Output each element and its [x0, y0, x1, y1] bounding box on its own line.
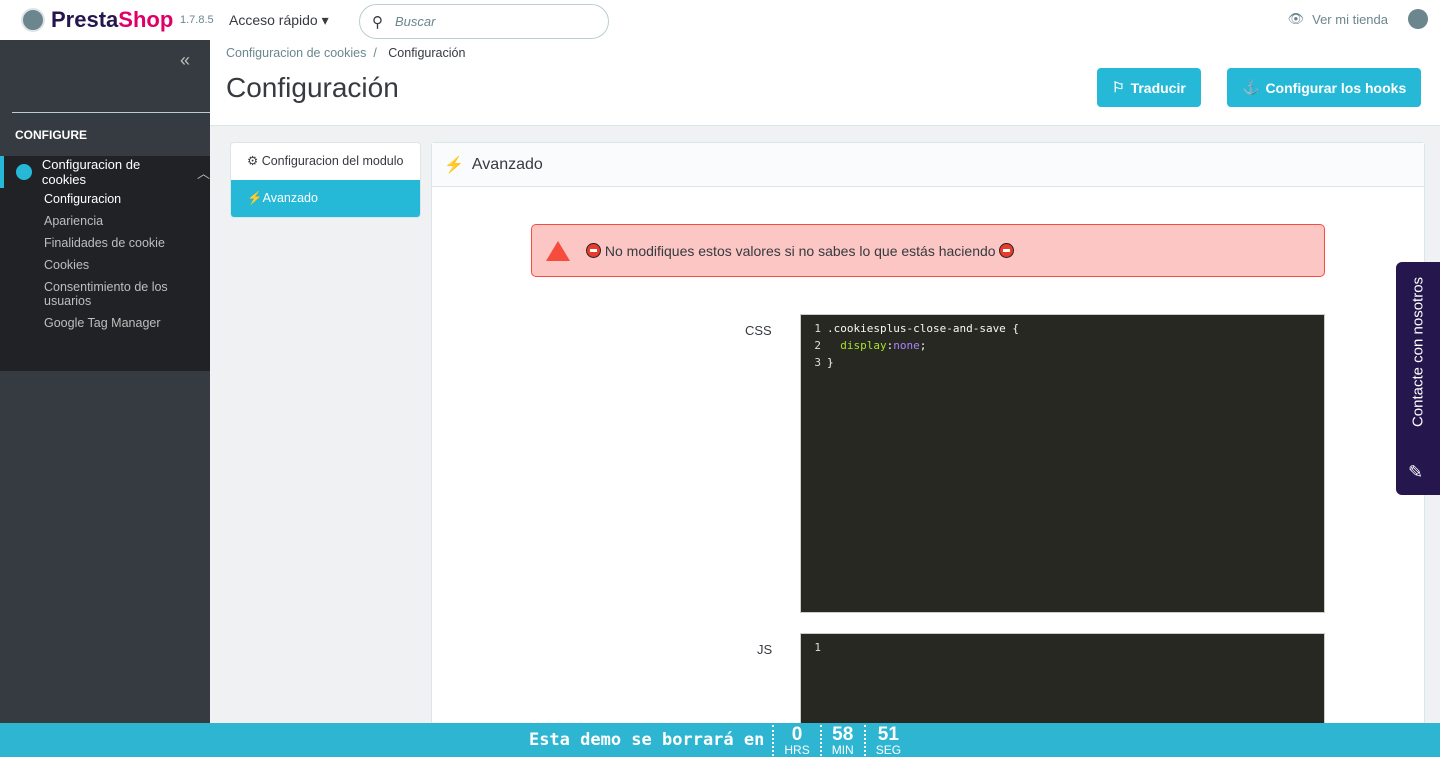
quick-access-dropdown[interactable]: Acceso rápido ▾	[229, 12, 329, 29]
avatar[interactable]	[1408, 9, 1428, 29]
sidebar-subitem[interactable]: Consentimiento de los usuarios	[44, 276, 210, 312]
panel-title: Avanzado	[471, 155, 543, 173]
css-editor[interactable]: 1 .cookiesplus-close-and-save { 2 display…	[800, 314, 1325, 613]
search-icon: ⚲	[372, 13, 383, 31]
css-label: CSS	[745, 323, 772, 338]
demo-countdown-bar: Esta demo se borrará en 0 HRS 58 MIN 51 SEG	[0, 723, 1440, 757]
logo-icon	[21, 8, 45, 32]
view-store-link[interactable]: 👁 Ver mi tienda	[1288, 11, 1388, 27]
cookie-icon	[16, 164, 32, 180]
gears-icon: ⚙	[247, 154, 259, 168]
configure-hooks-button[interactable]: ⚓ Configurar los hooks	[1227, 68, 1422, 107]
sidebar-item-cookies[interactable]: Configuracion de cookies ︿	[0, 156, 210, 188]
sidebar-section: CONFIGURE	[15, 128, 87, 142]
magic-wand-icon: ⚡	[444, 156, 464, 174]
magic-wand-icon: ⚡	[247, 191, 263, 205]
tab-advanced[interactable]: ⚡Avanzado	[231, 180, 420, 217]
advanced-panel: ⚡ Avanzado No modifiques estos valores si…	[431, 142, 1425, 743]
top-bar: PrestaShop 1.7.8.5 Acceso rápido ▾ ⚲ Busc…	[0, 0, 1440, 40]
page-title: Configuración	[226, 72, 399, 103]
flag-icon: ⚐	[1112, 79, 1125, 95]
anchor-icon: ⚓	[1242, 79, 1260, 95]
no-entry-icon	[586, 242, 601, 258]
tab-list: ⚙ Configuracion del modulo ⚡Avanzado	[230, 142, 421, 218]
sidebar-subitem[interactable]: Apariencia	[44, 210, 210, 232]
sidebar-subitem[interactable]: Finalidades de cookie	[44, 232, 210, 254]
sidebar-subitem[interactable]: Cookies	[44, 254, 210, 276]
collapse-icon[interactable]: «	[180, 50, 190, 71]
warning-icon	[546, 240, 570, 261]
breadcrumb: Configuracion de cookies / Configuración	[226, 46, 466, 60]
chevron-up-icon: ︿	[196, 165, 210, 181]
pencil-icon: ✎	[1408, 462, 1424, 482]
sidebar: « CONFIGURE Configuracion de cookies ︿ Co…	[0, 40, 210, 723]
js-label: JS	[757, 642, 773, 657]
version: 1.7.8.5	[180, 14, 214, 26]
prestashop-logo[interactable]: PrestaShop	[21, 7, 173, 33]
warning-alert: No modifiques estos valores si no sabes …	[531, 224, 1325, 277]
eye-icon: 👁	[1287, 11, 1305, 26]
sidebar-subitem[interactable]: Google Tag Manager	[44, 312, 210, 334]
search-input[interactable]: ⚲ Buscar	[359, 4, 609, 39]
contact-us-tab[interactable]: Contacte con nosotros ✎	[1396, 262, 1440, 495]
tab-module-config[interactable]: ⚙ Configuracion del modulo	[231, 143, 420, 180]
no-entry-icon	[999, 242, 1015, 258]
sidebar-subitem[interactable]: Configuracion	[44, 188, 210, 210]
translate-button[interactable]: ⚐ Traducir	[1097, 68, 1201, 107]
caret-down-icon: ▾	[321, 12, 329, 28]
